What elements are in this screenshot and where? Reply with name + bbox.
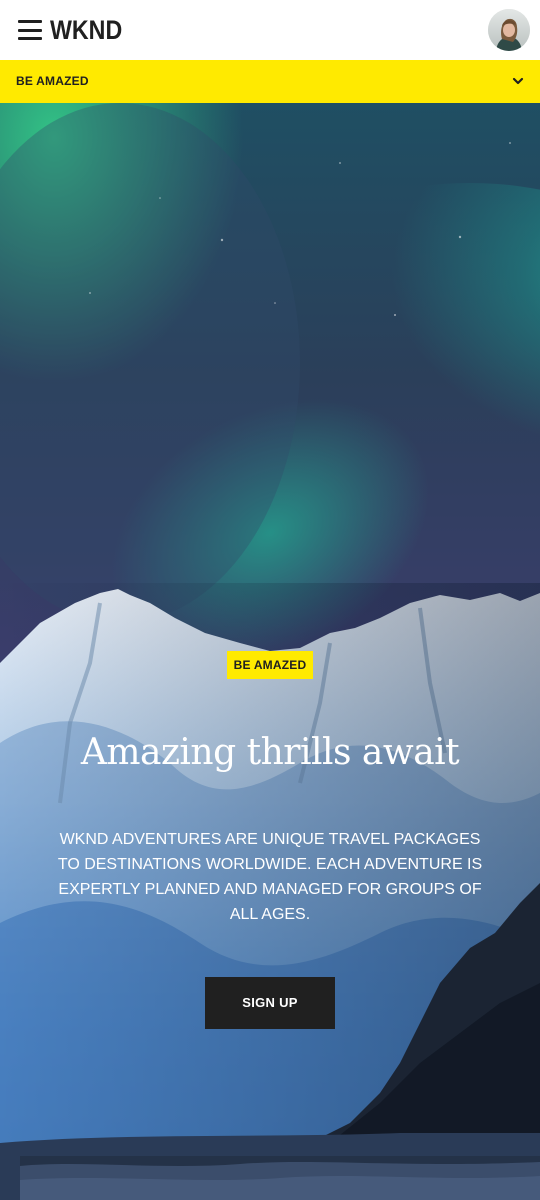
hero-description: WKND ADVENTURES ARE UNIQUE TRAVEL PACKAG… — [57, 831, 483, 923]
preview-image — [20, 1156, 540, 1200]
menu-bar — [18, 37, 42, 40]
hamburger-menu-icon[interactable] — [18, 19, 42, 41]
menu-bar — [18, 28, 42, 32]
user-avatar[interactable] — [488, 9, 530, 51]
hero-title: Amazing thrills await — [80, 732, 460, 773]
site-header: WKND — [0, 0, 540, 60]
sign-up-button[interactable]: SIGN UP — [205, 977, 335, 1029]
next-section-preview — [20, 1156, 540, 1200]
hero-banner: BE AMAZED Amazing thrills await WKND ADV… — [0, 103, 540, 1200]
menu-bar — [18, 20, 42, 23]
site-logo[interactable]: WKND — [50, 14, 122, 46]
section-nav-dropdown[interactable]: BE AMAZED — [0, 60, 540, 103]
chevron-down-icon — [512, 77, 524, 85]
avatar-portrait-icon — [488, 9, 530, 51]
nav-current-label: BE AMAZED — [16, 74, 89, 88]
hero-tag-badge: BE AMAZED — [227, 651, 313, 679]
